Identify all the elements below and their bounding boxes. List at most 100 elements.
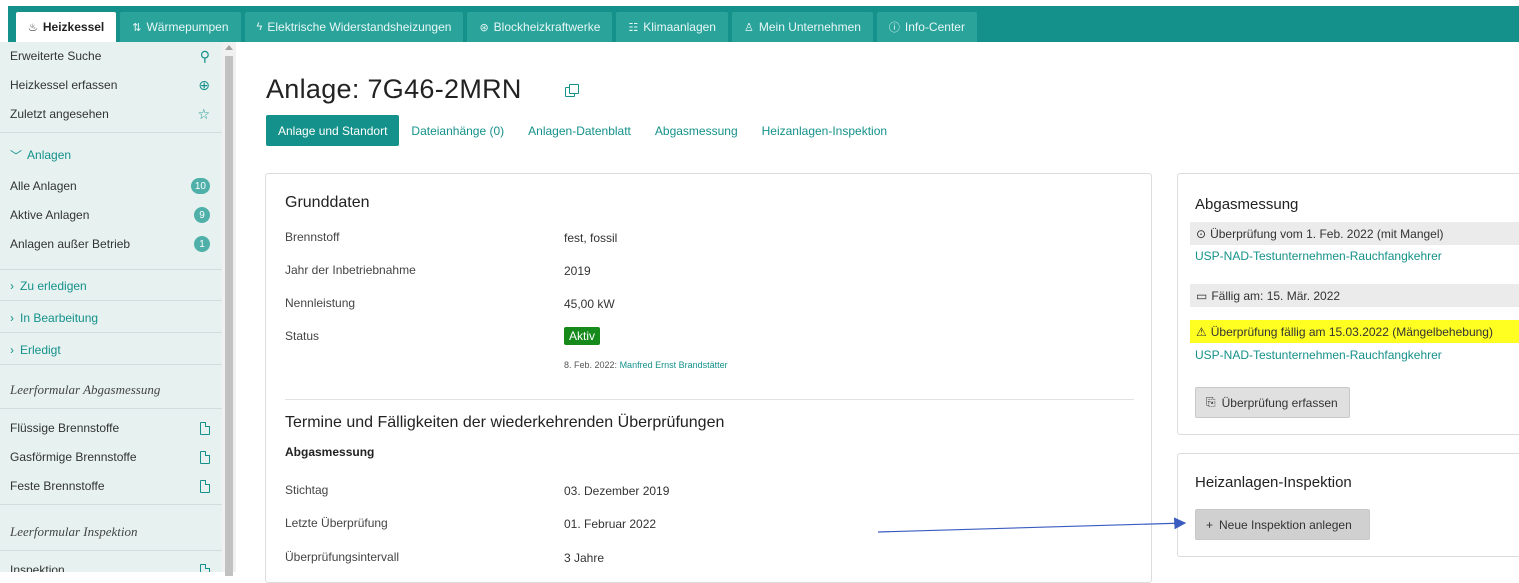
abgasmessung-card: Abgasmessung ⊙ Überprüfung vom 1. Feb. 20… — [1177, 173, 1519, 435]
stichtag-value: 03. Dezember 2019 — [564, 484, 670, 498]
divider — [0, 332, 222, 333]
divider — [0, 269, 222, 270]
heatpump-icon: ⇅ — [132, 21, 142, 34]
sidebar-heading-leerformular-abgasmessung: Leerformular Abgasmessung — [10, 382, 161, 397]
search-icon: ⚲ — [199, 47, 210, 64]
intervall-value: 3 Jahre — [564, 551, 605, 565]
sidebar-item-aktive-anlagen[interactable]: Aktive Anlagen 9 — [0, 201, 222, 229]
divider — [0, 364, 222, 365]
sidebar-item-search[interactable]: Erweiterte Suche ⚲ — [0, 42, 222, 70]
sidebar-scrollbar[interactable] — [222, 42, 236, 576]
sidebar-heading-leerformular-inspektion: Leerformular Inspektion — [10, 524, 138, 539]
check-circle-icon: ⊙ — [1196, 226, 1207, 241]
inbetriebnahme-label: Jahr der Inbetriebnahme — [285, 263, 416, 277]
divider — [0, 300, 222, 301]
tab-mein-unternehmen[interactable]: ♙ Mein Unternehmen — [731, 12, 873, 42]
page-title: Anlage: 7G46-2MRN — [266, 74, 522, 104]
file-icon — [200, 563, 210, 572]
status-meta: 8. Feb. 2022: Manfred Ernst Brandstätter — [564, 360, 728, 370]
heizanlagen-inspektion-card: Heizanlagen-Inspektion + Neue Inspektion … — [1177, 453, 1519, 557]
aircon-icon: ☷ — [628, 21, 639, 34]
top-tabs: ♨ Heizkessel ⇅ Wärmepumpen ϟ Elektrische Wi… — [0, 6, 1519, 42]
sidebar-section-anlagen[interactable]: ﹀ Anlagen — [0, 141, 222, 169]
chevron-down-icon: ﹀ — [10, 148, 23, 163]
edit-document-icon: ⎘ — [1206, 395, 1216, 409]
sidebar-item-recent[interactable]: Zuletzt angesehen ☆ — [0, 100, 222, 128]
inbetriebnahme-value: 2019 — [564, 264, 591, 278]
divider — [0, 408, 222, 409]
tab-klimaanlagen[interactable]: ☷ Klimaanlagen — [616, 12, 728, 42]
bolt-icon: ϟ — [256, 21, 263, 33]
company-link[interactable]: USP-NAD-Testunternehmen-Rauchfangkehrer — [1195, 348, 1442, 362]
top-navigation: ♨ Heizkessel ⇅ Wärmepumpen ϟ Elektrische Wi… — [0, 0, 1519, 42]
neue-inspektion-anlegen-button[interactable]: + Neue Inspektion anlegen — [1195, 509, 1370, 540]
nennleistung-value: 45,00 kW — [564, 297, 615, 311]
sidebar-item-create[interactable]: Heizkessel erfassen ⊕ — [0, 71, 222, 99]
scrollbar-thumb[interactable] — [225, 56, 233, 576]
chevron-right-icon: › — [10, 279, 14, 293]
file-icon — [200, 450, 210, 464]
sidebar-section-erledigt[interactable]: › Erledigt — [0, 336, 222, 364]
tab-elektrische-widerstandsheizungen[interactable]: ϟ Elektrische Widerstandsheizungen — [244, 12, 464, 42]
flame-icon: ♨ — [28, 21, 38, 34]
anlage-details-card: Grunddaten Brennstoff fest, fossil Jahr … — [265, 173, 1152, 583]
sidebar-item-gasfoermige-brennstoffe[interactable]: Gasförmige Brennstoffe — [0, 443, 222, 471]
subtabs: Anlage und Standort Dateianhänge (0) Anl… — [266, 115, 899, 146]
tab-info-center[interactable]: ⓘ Info-Center — [876, 12, 977, 42]
sidebar-item-alle-anlagen[interactable]: Alle Anlagen 10 — [0, 172, 222, 200]
tab-heizanlagen-inspektion[interactable]: Heizanlagen-Inspektion — [750, 115, 899, 146]
company-link[interactable]: USP-NAD-Testunternehmen-Rauchfangkehrer — [1195, 249, 1442, 263]
tab-anlagen-datenblatt[interactable]: Anlagen-Datenblatt — [516, 115, 643, 146]
tab-dateianhaenge[interactable]: Dateianhänge (0) — [399, 115, 516, 146]
grunddaten-heading: Grunddaten — [285, 194, 370, 211]
brennstoff-value: fest, fossil — [564, 231, 618, 245]
intervall-label: Überprüfungsintervall — [285, 550, 400, 564]
tab-abgasmessung[interactable]: Abgasmessung — [643, 115, 750, 146]
status-label: Status — [285, 329, 320, 343]
status-meta-date: 8. Feb. 2022: — [564, 360, 618, 370]
tab-blockheizkraftwerke[interactable]: ⊛ Blockheizkraftwerke — [467, 12, 613, 42]
sidebar-section-zu-erledigen[interactable]: › Zu erledigen — [0, 272, 222, 300]
nennleistung-label: Nennleistung — [285, 296, 356, 310]
sidebar-item-anlagen-ausser-betrieb[interactable]: Anlagen außer Betrieb 1 — [0, 230, 222, 258]
chevron-right-icon: › — [10, 311, 14, 325]
info-icon: ⓘ — [888, 22, 900, 34]
sidebar-item-inspektion[interactable]: Inspektion — [0, 556, 222, 572]
divider — [0, 132, 222, 133]
letzte-ueberpruefung-value: 01. Februar 2022 — [564, 517, 657, 531]
tab-anlage-und-standort[interactable]: Anlage und Standort — [266, 115, 400, 146]
stichtag-label: Stichtag — [285, 483, 329, 497]
star-icon: ☆ — [197, 105, 210, 122]
sidebar: Erweiterte Suche ⚲ Heizkessel erfassen ⊕… — [0, 42, 222, 572]
ueberpruefung-erfassen-button[interactable]: ⎘ Überprüfung erfassen — [1195, 387, 1350, 418]
sidebar-section-in-bearbeitung[interactable]: › In Bearbeitung — [0, 304, 222, 332]
chevron-right-icon: › — [10, 343, 14, 357]
count-badge: 10 — [190, 178, 210, 194]
scroll-up-arrow[interactable] — [225, 45, 233, 50]
count-badge: 9 — [194, 207, 210, 223]
status-meta-user-link[interactable]: Manfred Ernst Brandstätter — [620, 360, 728, 370]
tab-waermepumpen[interactable]: ⇅ Wärmepumpen — [120, 12, 241, 42]
tab-heizkessel[interactable]: ♨ Heizkessel — [16, 12, 117, 42]
warning-entry: ⚠ Überprüfung fällig am 15.03.2022 (Mänge… — [1190, 320, 1519, 343]
abgasmessung-subheading: Abgasmessung — [285, 445, 375, 459]
abgasmessung-heading: Abgasmessung — [1195, 196, 1299, 213]
user-icon: ♙ — [743, 21, 754, 34]
calendar-icon: ▭ — [1196, 288, 1208, 303]
divider — [0, 550, 222, 551]
inspektion-heading: Heizanlagen-Inspektion — [1195, 474, 1352, 491]
due-date-entry: ▭ Fällig am: 15. Mär. 2022 — [1190, 284, 1519, 307]
plant-icon: ⊛ — [479, 21, 489, 34]
copy-icon[interactable] — [565, 84, 579, 97]
letzte-ueberpruefung-label: Letzte Überprüfung — [285, 516, 388, 530]
count-badge: 1 — [194, 236, 210, 252]
file-icon — [200, 479, 210, 493]
plus-circle-icon: ⊕ — [198, 76, 210, 93]
status-badge: Aktiv — [564, 327, 601, 345]
divider — [285, 399, 1134, 400]
sidebar-item-feste-brennstoffe[interactable]: Feste Brennstoffe — [0, 472, 222, 500]
check-entry: ⊙ Überprüfung vom 1. Feb. 2022 (mit Mange… — [1190, 222, 1519, 245]
sidebar-item-fluessige-brennstoffe[interactable]: Flüssige Brennstoffe — [0, 414, 222, 442]
brennstoff-label: Brennstoff — [285, 230, 340, 244]
termine-heading: Termine und Fälligkeiten der wiederkehre… — [285, 414, 725, 431]
